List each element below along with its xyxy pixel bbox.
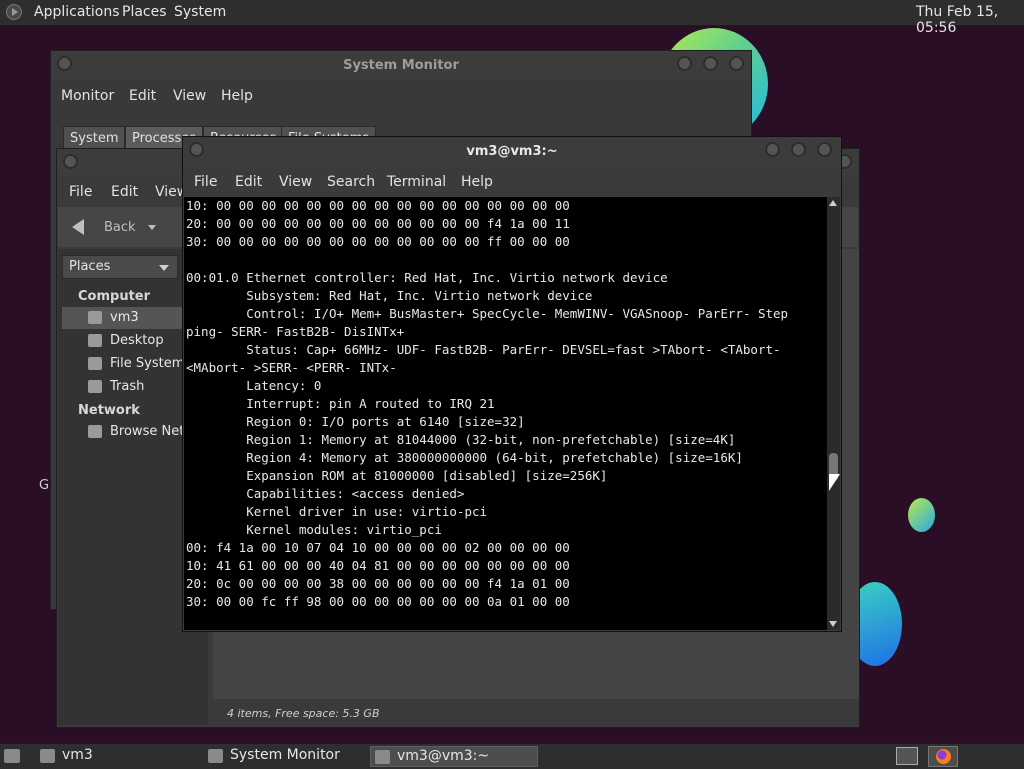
- menu-edit[interactable]: Edit: [235, 174, 262, 190]
- chevron-down-icon: [159, 265, 169, 271]
- chevron-down-icon[interactable]: [148, 225, 156, 230]
- taskbar-item-label: vm3@vm3:~: [397, 748, 490, 764]
- window-title: vm3@vm3:~: [466, 144, 558, 159]
- sidebar-item-label: Trash: [110, 379, 145, 394]
- close-icon[interactable]: [817, 142, 832, 157]
- workspace-switcher-icon[interactable]: [896, 747, 918, 765]
- desktop-wallpaper-blob: [908, 498, 935, 532]
- network-icon: [88, 425, 102, 438]
- terminal-text: 10: 00 00 00 00 00 00 00 00 00 00 00 00 …: [186, 198, 789, 609]
- desktop-icon: [88, 334, 102, 347]
- menu-places[interactable]: Places: [122, 4, 167, 20]
- home-folder-icon: [40, 749, 55, 763]
- back-button[interactable]: Back: [104, 220, 136, 235]
- sidebar-heading-computer: Computer: [78, 289, 151, 304]
- menu-edit[interactable]: Edit: [111, 184, 138, 200]
- menu-monitor[interactable]: Monitor: [61, 88, 114, 104]
- clock[interactable]: Thu Feb 15, 05:56: [916, 4, 1024, 36]
- bottom-panel: vm3 System Monitor vm3@vm3:~: [0, 743, 1024, 769]
- menu-view[interactable]: View: [279, 174, 312, 190]
- places-dropdown-label: Places: [69, 259, 111, 274]
- menu-help[interactable]: Help: [461, 174, 493, 190]
- window-menu-icon[interactable]: [189, 142, 204, 157]
- minimize-icon[interactable]: [765, 142, 780, 157]
- top-panel: Applications Places System Thu Feb 15, 0…: [0, 0, 1024, 36]
- scrollbar[interactable]: [827, 197, 840, 630]
- maximize-icon[interactable]: [791, 142, 806, 157]
- titlebar[interactable]: vm3@vm3:~: [183, 137, 841, 165]
- taskbar-item-terminal[interactable]: vm3@vm3:~: [370, 746, 538, 767]
- menu-applications[interactable]: Applications: [34, 4, 120, 20]
- sidebar-heading-network: Network: [78, 403, 140, 418]
- menu-help[interactable]: Help: [221, 88, 253, 104]
- places-dropdown[interactable]: Places: [62, 255, 178, 279]
- back-arrow-icon[interactable]: [72, 219, 84, 235]
- home-folder-icon: [88, 311, 102, 324]
- window-menu-icon[interactable]: [57, 56, 72, 71]
- taskbar-item-label: vm3: [62, 747, 93, 763]
- sidebar-item-label: Desktop: [110, 333, 164, 348]
- menu-file[interactable]: File: [194, 174, 217, 190]
- system-monitor-icon: [208, 749, 223, 763]
- sidebar-item-label: File System: [110, 356, 185, 371]
- drive-icon: [88, 357, 102, 370]
- app-menu-logo-icon[interactable]: [6, 4, 22, 20]
- minimize-icon[interactable]: [677, 56, 692, 71]
- status-text: 4 items, Free space: 5.3 GB: [227, 707, 380, 720]
- statusbar: 4 items, Free space: 5.3 GB: [213, 701, 859, 727]
- titlebar[interactable]: System Monitor: [51, 51, 751, 79]
- menu-system[interactable]: System: [174, 4, 226, 20]
- window-menu-icon[interactable]: [63, 154, 78, 169]
- maximize-icon[interactable]: [703, 56, 718, 71]
- menu-search[interactable]: Search: [327, 174, 375, 190]
- mouse-pointer-icon: [829, 474, 840, 491]
- menu-edit[interactable]: Edit: [129, 88, 156, 104]
- terminal-icon: [375, 750, 390, 764]
- taskbar-item-system-monitor[interactable]: System Monitor: [204, 746, 364, 767]
- sidebar-item-label: vm3: [110, 310, 139, 325]
- menu-file[interactable]: File: [69, 184, 92, 200]
- show-desktop-icon[interactable]: [4, 749, 20, 763]
- scroll-down-icon[interactable]: [829, 621, 837, 627]
- taskbar-item-label: System Monitor: [230, 747, 340, 763]
- desktop-icon-label-partial[interactable]: G: [39, 478, 49, 493]
- terminal-output[interactable]: 10: 00 00 00 00 00 00 00 00 00 00 00 00 …: [184, 197, 827, 630]
- tab-system[interactable]: System: [63, 126, 126, 150]
- terminal-window: vm3@vm3:~ File Edit View Search Terminal…: [182, 136, 842, 632]
- firefox-icon[interactable]: [928, 746, 958, 767]
- trash-icon: [88, 380, 102, 393]
- menu-terminal[interactable]: Terminal: [387, 174, 446, 190]
- menu-view[interactable]: View: [173, 88, 206, 104]
- taskbar-item-vm3[interactable]: vm3: [36, 746, 196, 767]
- scroll-up-icon[interactable]: [829, 200, 837, 206]
- close-icon[interactable]: [729, 56, 744, 71]
- window-title: System Monitor: [343, 58, 459, 73]
